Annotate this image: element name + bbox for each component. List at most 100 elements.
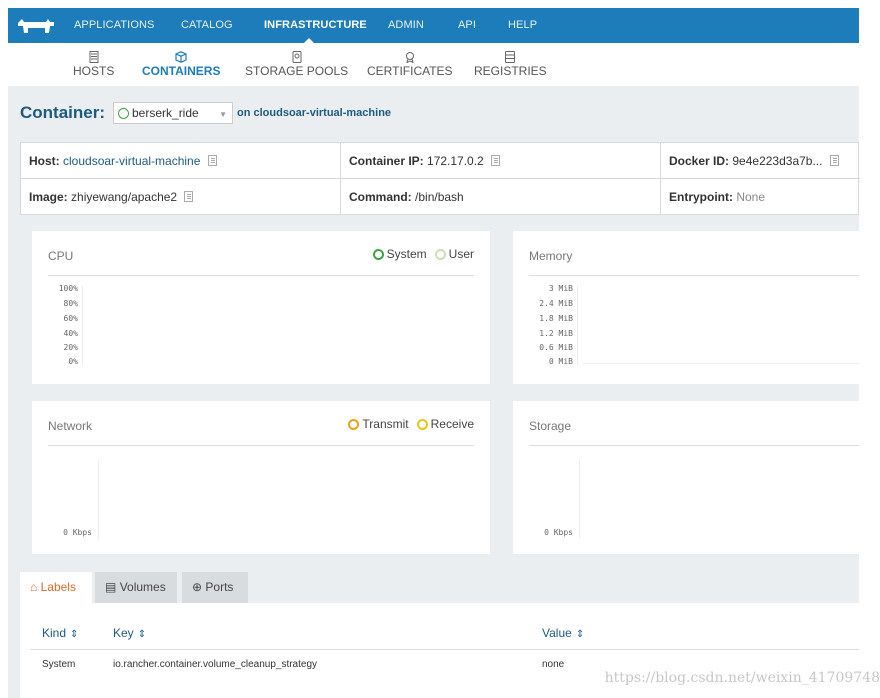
server-icon — [89, 51, 99, 63]
memory-tick-3: 3 MiB — [548, 284, 573, 293]
legend-user-label: User — [448, 247, 474, 261]
info-ip-value: 172.17.0.2 — [427, 154, 484, 168]
cpu-legend: System User — [365, 247, 474, 261]
container-header: Container: berserk_ride ▼ on cloudsoar-v… — [20, 102, 391, 124]
subnav-certificates[interactable]: CERTIFICATES — [367, 51, 453, 78]
legend-receive[interactable]: Receive — [416, 417, 474, 431]
receive-legend-icon — [416, 418, 428, 430]
nav-infrastructure[interactable]: INFRASTRUCTURE — [264, 8, 367, 43]
info-command-key: Command: — [349, 190, 412, 204]
nav-api[interactable]: API — [458, 8, 476, 43]
top-navigation-bar: APPLICATIONS CATALOG INFRASTRUCTURE ADMI… — [8, 8, 859, 43]
container-label: Container: — [20, 103, 105, 122]
info-entry-value: None — [736, 190, 766, 204]
legend-transmit[interactable]: Transmit — [348, 417, 409, 431]
memory-panel: Memory 3 MiB 2.4 MiB 1.8 MiB 1.2 MiB 0.6… — [513, 231, 859, 384]
info-docker-value: 9e4e223d3a7b... — [732, 154, 823, 168]
memory-tick-1-8: 1.8 MiB — [539, 314, 573, 323]
info-image-key: Image: — [29, 190, 68, 204]
rancher-logo-icon[interactable] — [8, 8, 64, 43]
user-legend-icon — [434, 248, 446, 260]
column-header-key[interactable]: Key ⇕ — [113, 626, 146, 640]
cpu-tick-100: 100% — [58, 284, 78, 293]
tab-volumes[interactable]: ▤ Volumes — [95, 572, 177, 603]
cpu-tick-80: 80% — [63, 299, 78, 308]
info-host: Host: cloudsoar-virtual-machine — [21, 143, 341, 179]
info-docker-id: Docker ID: 9e4e223d3a7b... — [661, 143, 860, 179]
memory-tick-2-4: 2.4 MiB — [539, 299, 573, 308]
info-host-link[interactable]: cloudsoar-virtual-machine — [63, 154, 200, 168]
cpu-tick-60: 60% — [63, 314, 78, 323]
subnav-hosts[interactable]: HOSTS — [73, 51, 114, 78]
legend-system[interactable]: System — [372, 247, 427, 261]
cpu-tick-0: 0% — [68, 357, 78, 366]
legend-system-label: System — [386, 247, 427, 261]
storage-panel-title: Storage — [529, 419, 572, 433]
subnav-containers[interactable]: CONTAINERS — [142, 51, 220, 78]
memory-tick-0-6: 0.6 MiB — [539, 343, 573, 352]
nav-catalog[interactable]: CATALOG — [181, 8, 233, 43]
info-image: Image: zhiyewang/apache2 — [21, 179, 341, 215]
column-header-value[interactable]: Value ⇕ — [542, 626, 584, 640]
info-ip-key: Container IP: — [349, 154, 424, 168]
table-cell-value: none — [542, 659, 565, 670]
network-panel-title: Network — [48, 419, 93, 433]
tab-ports[interactable]: ⊕ Ports — [182, 572, 248, 603]
subnav-certificates-label: CERTIFICATES — [367, 64, 453, 78]
nav-admin[interactable]: ADMIN — [388, 8, 424, 43]
column-kind-label: Kind — [42, 626, 67, 640]
registry-icon — [505, 51, 516, 63]
tab-ports-label: Ports — [205, 580, 234, 594]
info-entry-key: Entrypoint: — [669, 190, 733, 204]
subnav-registries[interactable]: REGISTRIES — [474, 51, 547, 78]
main-content: Container: berserk_ride ▼ on cloudsoar-v… — [8, 86, 860, 698]
legend-receive-label: Receive — [430, 417, 474, 431]
cpu-panel: CPU System User 100% 80% 60% 40% 20% 0% — [32, 231, 490, 384]
storage-panel-divider — [529, 445, 859, 446]
copy-icon[interactable] — [184, 191, 194, 202]
info-host-key: Host: — [29, 154, 60, 168]
table-cell-key: io.rancher.container.volume_cleanup_stra… — [113, 659, 318, 670]
cpu-panel-divider — [48, 275, 474, 276]
running-status-icon — [118, 107, 129, 119]
legend-transmit-label: Transmit — [362, 417, 409, 431]
container-host-text: on cloudsoar-virtual-machine — [237, 107, 392, 119]
subnav-storage-pools[interactable]: STORAGE POOLS — [245, 51, 348, 78]
tab-labels[interactable]: ⌂ Labels — [20, 572, 92, 603]
cpu-tick-20: 20% — [63, 343, 78, 352]
certificate-icon — [405, 52, 414, 63]
sort-icon: ⇕ — [70, 629, 79, 640]
container-select[interactable]: berserk_ride ▼ — [113, 102, 233, 124]
storage-tick-0: 0 Kbps — [544, 528, 573, 537]
copy-icon[interactable] — [829, 155, 839, 166]
info-docker-key: Docker ID: — [669, 154, 730, 168]
volume-icon: ▤ — [105, 580, 117, 594]
tab-labels-label: Labels — [40, 580, 76, 594]
sub-navigation-bar: HOSTS CONTAINERS STORAGE POOLS CERTIFICA… — [8, 43, 859, 86]
subnav-storage-pools-label: STORAGE POOLS — [245, 64, 349, 78]
info-container-ip: Container IP: 172.17.0.2 — [341, 143, 661, 179]
cpu-tick-40: 40% — [63, 329, 78, 338]
network-tick-0: 0 Kbps — [63, 528, 92, 537]
system-legend-icon — [372, 248, 384, 260]
subnav-containers-label: CONTAINERS — [142, 64, 221, 78]
container-select-value: berserk_ride — [132, 106, 199, 120]
storage-panel: Storage 0 Kbps — [513, 401, 859, 554]
network-panel-divider — [48, 445, 474, 446]
table-header-divider — [30, 649, 859, 650]
watermark: https://blog.csdn.net/weixin_41709748 — [604, 670, 880, 686]
container-info-table: Host: cloudsoar-virtual-machine Containe… — [20, 142, 860, 215]
nav-help[interactable]: HELP — [508, 8, 537, 43]
info-command-value: /bin/bash — [415, 190, 464, 204]
legend-user[interactable]: User — [434, 247, 474, 261]
nav-applications[interactable]: APPLICATIONS — [74, 8, 154, 43]
tab-volumes-label: Volumes — [119, 580, 166, 594]
caret-down-icon: ▼ — [219, 110, 227, 119]
copy-icon[interactable] — [207, 155, 217, 166]
ports-icon: ⊕ — [192, 580, 203, 594]
column-header-kind[interactable]: Kind ⇕ — [42, 626, 78, 640]
copy-icon[interactable] — [491, 155, 501, 166]
memory-tick-0: 0 MiB — [548, 357, 573, 366]
subnav-hosts-label: HOSTS — [73, 64, 115, 78]
cpu-panel-title: CPU — [48, 249, 74, 263]
